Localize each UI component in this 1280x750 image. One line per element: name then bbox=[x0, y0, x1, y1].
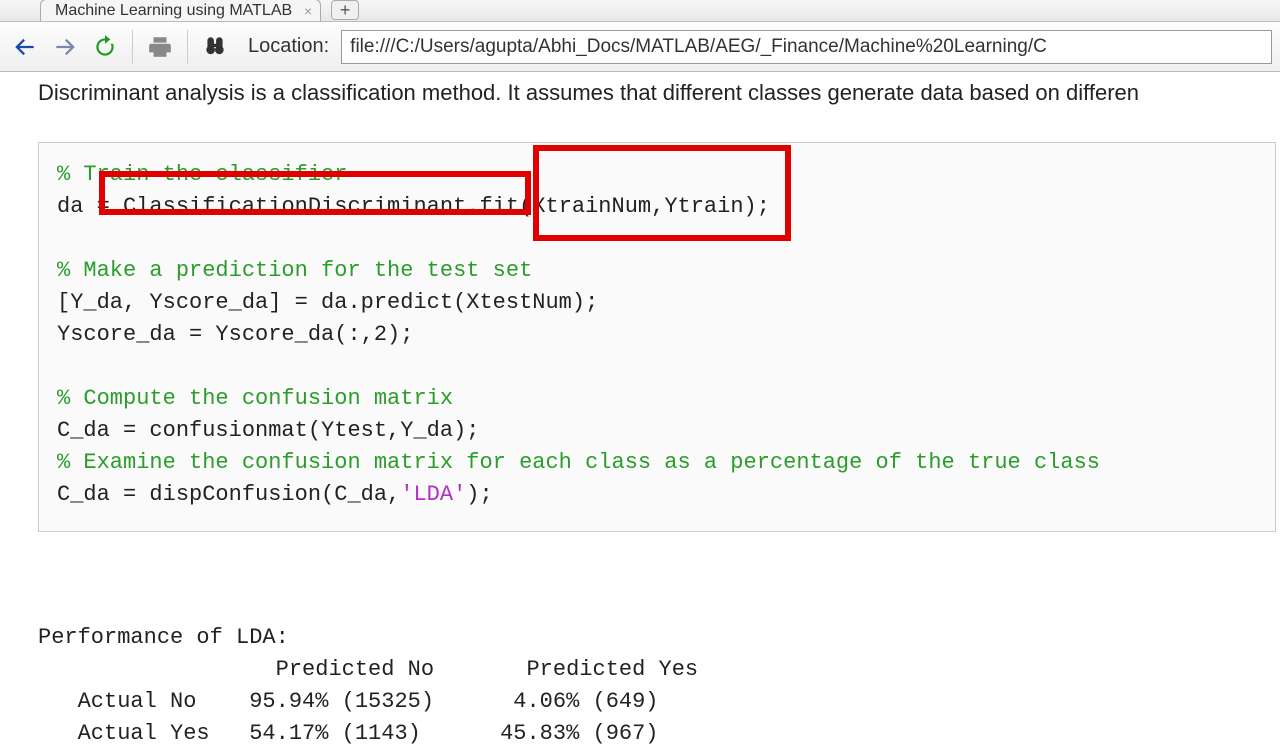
code-text: C_da = dispConfusion(C_da, bbox=[57, 482, 400, 507]
code-comment: % Compute the confusion matrix bbox=[57, 386, 453, 411]
code-comment: % Make a prediction for the test set bbox=[57, 258, 532, 283]
code-text: da = bbox=[57, 194, 123, 219]
code-text: ; bbox=[757, 194, 770, 219]
tab-bar: Machine Learning using MATLAB × + bbox=[0, 0, 1280, 22]
output-row: Actual No 95.94% (15325) 4.06% (649) bbox=[38, 689, 659, 714]
output-block: Performance of LDA: Predicted No Predict… bbox=[38, 590, 1280, 750]
reload-button[interactable] bbox=[88, 30, 122, 64]
arrow-left-icon bbox=[12, 34, 38, 60]
arrow-right-icon bbox=[52, 34, 78, 60]
code-text: Yscore_da = Yscore_da(:,2); bbox=[57, 322, 413, 347]
location-input[interactable] bbox=[341, 30, 1272, 64]
new-tab-button[interactable]: + bbox=[331, 0, 359, 20]
reload-icon bbox=[92, 34, 118, 60]
plus-icon: + bbox=[340, 0, 351, 21]
separator bbox=[132, 30, 133, 64]
code-comment: % Examine the confusion matrix for each … bbox=[57, 450, 1100, 475]
code-block: % Train the classifier da = Classificati… bbox=[38, 142, 1276, 532]
print-icon bbox=[147, 34, 173, 60]
print-button[interactable] bbox=[143, 30, 177, 64]
tab-title: Machine Learning using MATLAB bbox=[55, 2, 292, 20]
forward-button[interactable] bbox=[48, 30, 82, 64]
code-text: C_da = confusionmat(Ytest,Y_da); bbox=[57, 418, 479, 443]
intro-text: Discriminant analysis is a classificatio… bbox=[38, 80, 1280, 106]
code-text: (XtrainNum,Ytrain) bbox=[519, 194, 757, 219]
output-title: Performance of LDA: bbox=[38, 625, 289, 650]
code-text: [Y_da, Yscore_da] = da.predict(XtestNum)… bbox=[57, 290, 598, 315]
output-row: Actual Yes 54.17% (1143) 45.83% (967) bbox=[38, 721, 659, 746]
binoculars-icon bbox=[202, 34, 228, 60]
back-button[interactable] bbox=[8, 30, 42, 64]
toolbar: Location: bbox=[0, 22, 1280, 72]
location-label: Location: bbox=[248, 35, 329, 58]
code-comment: % Train the classifier bbox=[57, 162, 347, 187]
output-header: Predicted No Predicted Yes bbox=[38, 657, 698, 682]
code-text: ); bbox=[466, 482, 492, 507]
page-content: Discriminant analysis is a classificatio… bbox=[0, 72, 1280, 750]
separator bbox=[187, 30, 188, 64]
find-button[interactable] bbox=[198, 30, 232, 64]
browser-tab[interactable]: Machine Learning using MATLAB × bbox=[40, 0, 321, 21]
code-text: ClassificationDiscriminant.fit bbox=[123, 194, 519, 219]
code-string: 'LDA' bbox=[400, 482, 466, 507]
close-icon[interactable]: × bbox=[304, 3, 312, 19]
